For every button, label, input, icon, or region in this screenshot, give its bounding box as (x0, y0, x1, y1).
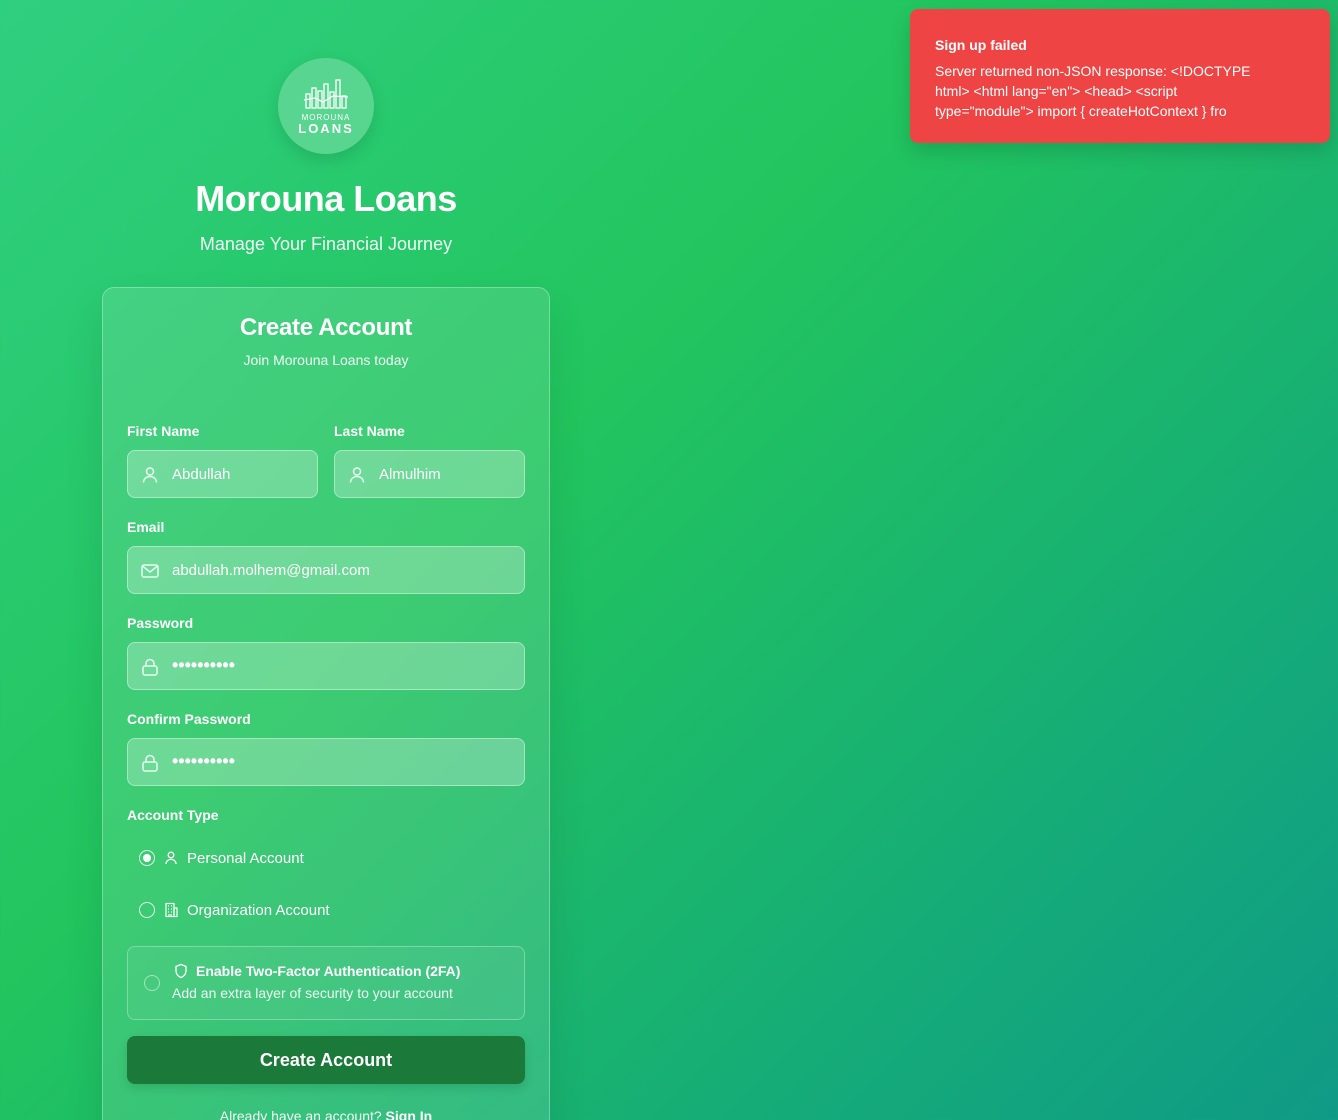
signin-link[interactable]: Sign In (386, 1108, 433, 1120)
shield-icon (175, 963, 187, 979)
password-masked-value: •••••••••• (172, 655, 236, 675)
lock-icon (142, 658, 158, 676)
confirm-password-field[interactable]: •••••••••• (127, 738, 525, 786)
organization-account-label: Organization Account (187, 901, 330, 919)
two-factor-toggle[interactable] (144, 975, 160, 991)
mail-icon (141, 564, 159, 578)
error-toast: Sign up failed Server returned non-JSON … (910, 9, 1330, 143)
email-field[interactable]: abdullah.molhem@gmail.com (127, 546, 525, 594)
personal-account-label: Personal Account (187, 849, 304, 867)
toast-title: Sign up failed (935, 37, 1027, 53)
user-icon (349, 467, 365, 483)
logo: MOROUNA LOANS (278, 58, 374, 154)
two-factor-option[interactable]: Enable Two-Factor Authentication (2FA) A… (127, 946, 525, 1020)
toast-message: Server returned non-JSON response: <!DOC… (935, 63, 1251, 119)
email-value: abdullah.molhem@gmail.com (172, 562, 370, 579)
user-icon (165, 851, 177, 865)
brand-title: Morouna Loans (195, 178, 457, 219)
account-type-option-personal[interactable]: Personal Account (139, 846, 304, 870)
first-name-label: First Name (127, 423, 200, 439)
create-account-button[interactable]: Create Account (127, 1036, 525, 1084)
last-name-field[interactable]: Almulhim (334, 450, 525, 498)
organization-account-radio[interactable] (139, 902, 155, 918)
brand-header: MOROUNA LOANS Morouna Loans Manage Your … (102, 58, 550, 255)
user-icon (142, 467, 158, 483)
confirm-password-masked-value: •••••••••• (172, 751, 236, 771)
two-factor-description: Add an extra layer of security to your a… (172, 985, 453, 1001)
signin-prompt: Already have an account? (219, 1108, 382, 1120)
card-title: Create Account (239, 314, 413, 341)
last-name-value: Almulhim (379, 466, 441, 483)
first-name-value: Abdullah (172, 466, 231, 483)
confirm-password-label: Confirm Password (127, 711, 251, 727)
account-type-option-organization[interactable]: Organization Account (139, 898, 330, 922)
account-type-label: Account Type (127, 807, 219, 823)
two-factor-title: Enable Two-Factor Authentication (2FA) (196, 963, 461, 979)
card-subtitle: Join Morouna Loans today (243, 352, 409, 368)
signup-card: Create Account Join Morouna Loans today … (102, 287, 550, 1120)
logo-text-line2: LOANS (298, 120, 354, 136)
last-name-label: Last Name (334, 423, 405, 439)
email-label: Email (127, 519, 165, 535)
lock-icon (142, 754, 158, 772)
password-label: Password (127, 615, 194, 631)
signin-row: Already have an account? Sign In (103, 1108, 549, 1120)
password-field[interactable]: •••••••••• (127, 642, 525, 690)
chart-logo-icon (303, 78, 349, 109)
building-icon (165, 902, 178, 918)
first-name-field[interactable]: Abdullah (127, 450, 318, 498)
brand-tagline: Manage Your Financial Journey (199, 234, 453, 254)
personal-account-radio[interactable] (139, 850, 155, 866)
